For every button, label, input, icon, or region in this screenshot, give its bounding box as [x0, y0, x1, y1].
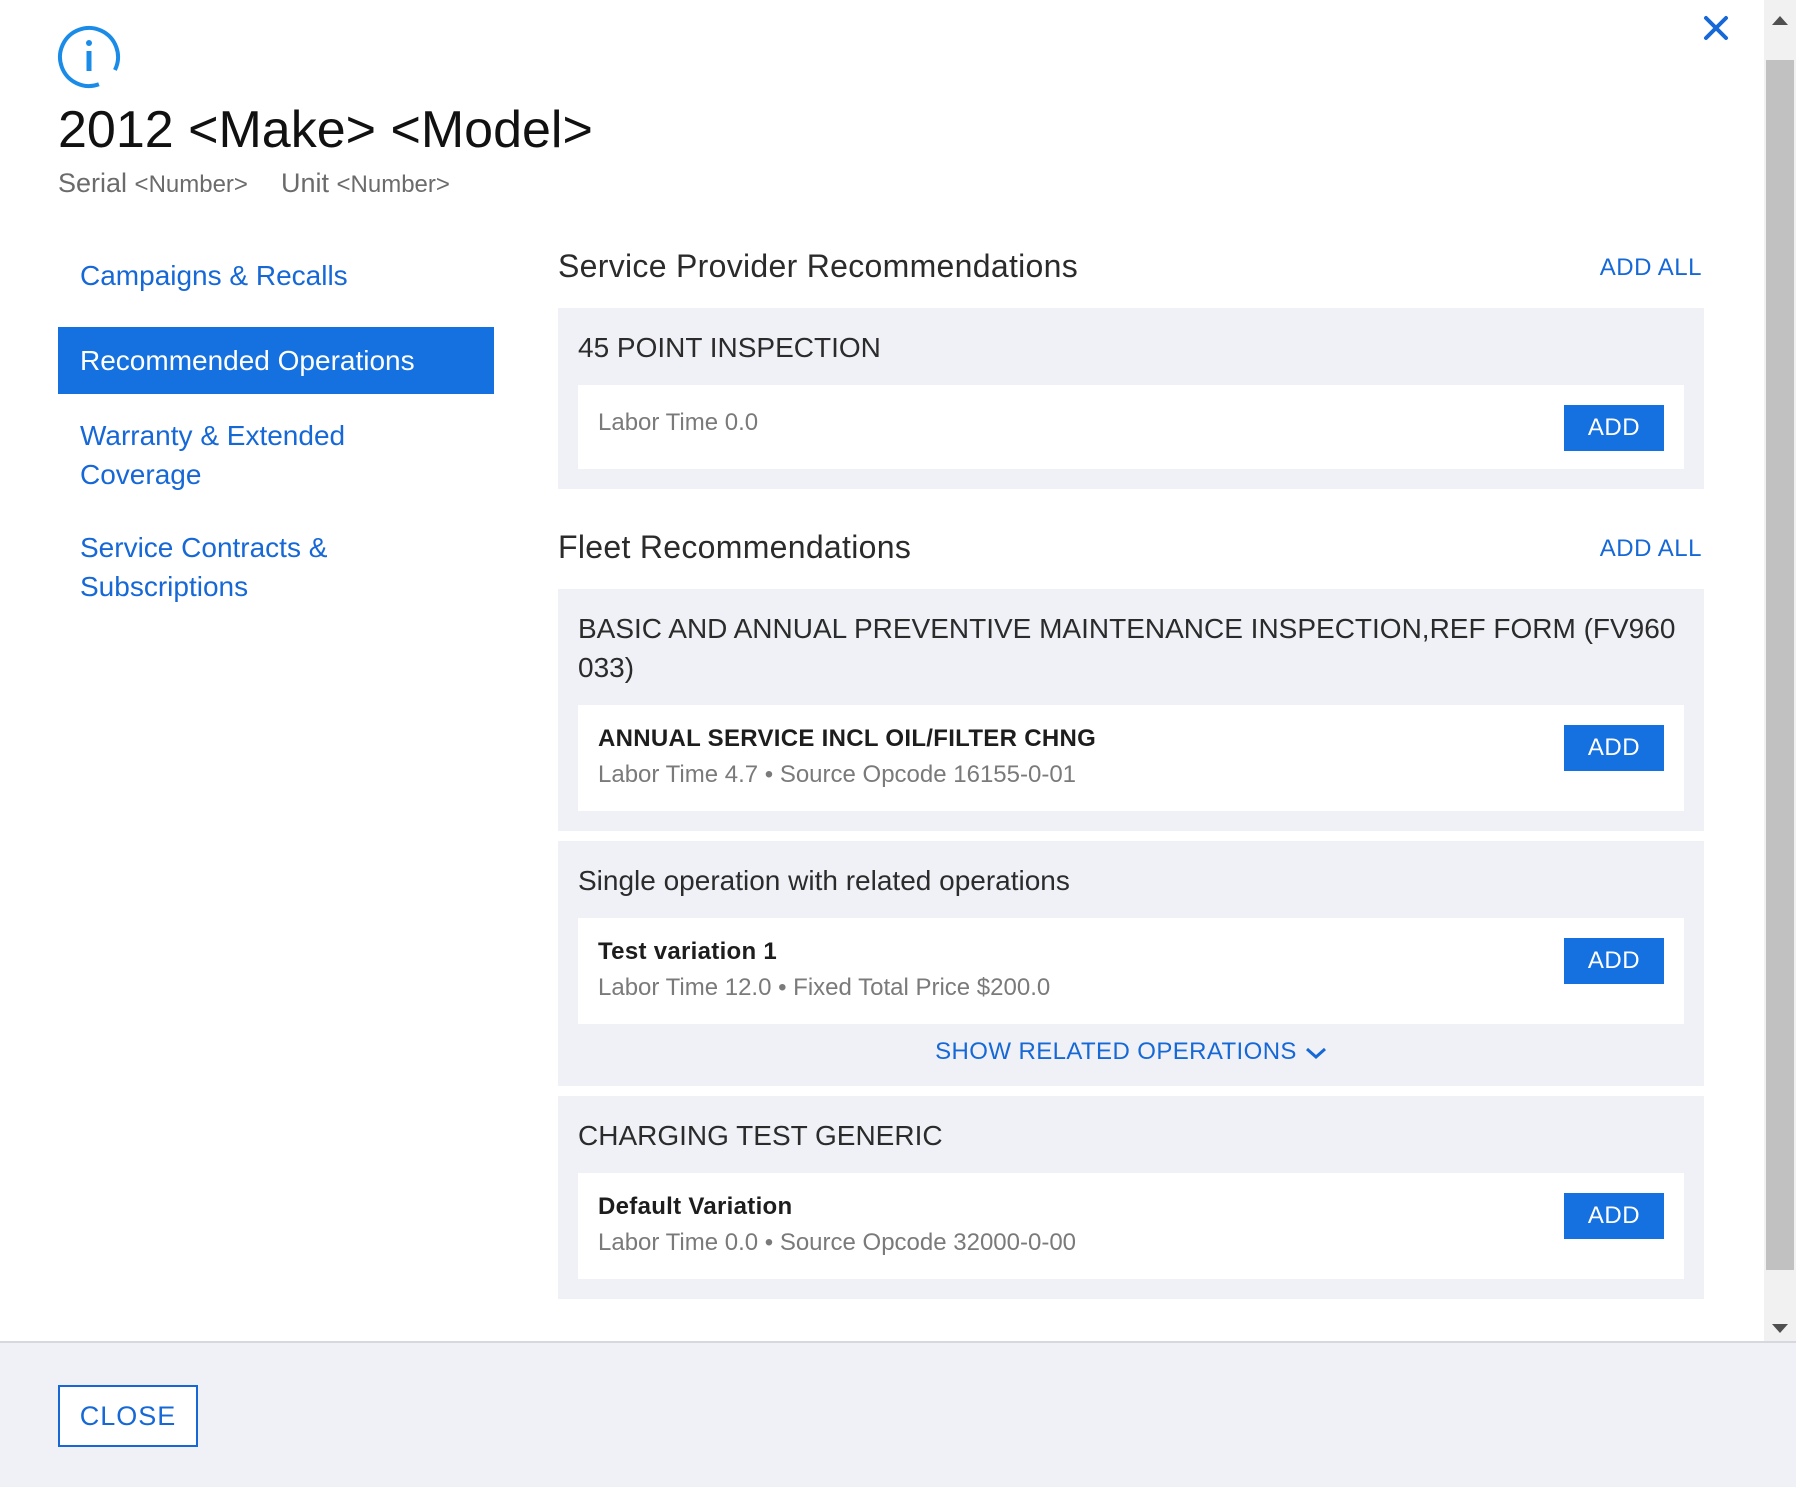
group-title: 45 POINT INSPECTION: [578, 332, 881, 363]
serial-value: <Number>: [134, 171, 248, 198]
dialog: 2012 <Make> <Model> Serial <Number> Unit…: [0, 0, 1764, 1341]
add-button[interactable]: ADD: [1564, 938, 1664, 984]
scroll-down-arrow-icon[interactable]: [1772, 1324, 1788, 1333]
unit-value: <Number>: [336, 171, 450, 198]
section-title: Fleet Recommendations: [558, 529, 912, 565]
dialog-footer: CLOSE: [0, 1341, 1796, 1487]
info-icon: [58, 26, 120, 88]
sidebar-nav: Campaigns & Recalls Recommended Operatio…: [58, 250, 518, 606]
operation-card: Default Variation Labor Time 0.0 • Sourc…: [578, 1173, 1684, 1279]
add-button[interactable]: ADD: [1564, 405, 1664, 451]
scroll-up-arrow-icon[interactable]: [1772, 16, 1788, 25]
group-title: BASIC AND ANNUAL PREVENTIVE MAINTENANCE …: [578, 613, 1676, 683]
service-provider-section: Service Provider Recommendations ADD ALL…: [558, 248, 1704, 489]
sidebar-item-campaigns-recalls[interactable]: Campaigns & Recalls: [58, 250, 518, 321]
operation-name: Default Variation: [598, 1193, 793, 1220]
sidebar-item-recommended-operations[interactable]: Recommended Operations: [58, 327, 494, 394]
chevron-down-icon: [1305, 1047, 1326, 1059]
show-related-operations-link[interactable]: SHOW RELATED OPERATIONS: [578, 1038, 1684, 1066]
vehicle-identifiers: Serial <Number> Unit <Number>: [58, 168, 450, 199]
serial-label: Serial: [58, 168, 128, 198]
operation-card: ANNUAL SERVICE INCL OIL/FILTER CHNG Labo…: [578, 705, 1684, 811]
operation-meta: Labor Time 4.7 • Source Opcode 16155-0-0…: [598, 761, 1077, 788]
close-icon[interactable]: [1700, 12, 1732, 44]
page-title: 2012 <Make> <Model>: [58, 101, 593, 159]
add-all-button[interactable]: ADD ALL: [1600, 254, 1702, 282]
group-title: CHARGING TEST GENERIC: [578, 1120, 943, 1151]
operation-card: Test variation 1 Labor Time 12.0 • Fixed…: [578, 918, 1684, 1024]
operation-group: CHARGING TEST GENERIC Default Variation …: [558, 1096, 1704, 1299]
sidebar-item-warranty-extended-coverage[interactable]: Warranty & Extended Coverage: [58, 416, 432, 494]
operation-meta: Labor Time 0.0 • Source Opcode 32000-0-0…: [598, 1229, 1077, 1256]
close-button[interactable]: CLOSE: [58, 1385, 198, 1447]
unit-label: Unit: [280, 168, 329, 198]
add-button[interactable]: ADD: [1564, 725, 1664, 771]
operation-name: ANNUAL SERVICE INCL OIL/FILTER CHNG: [598, 725, 1097, 752]
fleet-section: Fleet Recommendations ADD ALL BASIC AND …: [558, 529, 1704, 1299]
group-title: Single operation with related operations: [578, 865, 1070, 896]
section-title: Service Provider Recommendations: [558, 248, 1079, 284]
recommendations-content: Service Provider Recommendations ADD ALL…: [558, 248, 1704, 1299]
operation-group: Single operation with related operations…: [558, 841, 1704, 1086]
operation-name: Test variation 1: [598, 938, 778, 965]
sidebar-item-service-contracts-subscriptions[interactable]: Service Contracts & Subscriptions: [58, 528, 432, 606]
vertical-scrollbar[interactable]: [1764, 0, 1796, 1341]
operation-group: BASIC AND ANNUAL PREVENTIVE MAINTENANCE …: [558, 589, 1704, 831]
operation-meta: Labor Time 12.0 • Fixed Total Price $200…: [598, 974, 1051, 1001]
add-button[interactable]: ADD: [1564, 1193, 1664, 1239]
show-related-label: SHOW RELATED OPERATIONS: [935, 1038, 1297, 1065]
operation-group: 45 POINT INSPECTION Labor Time 0.0 ADD: [558, 308, 1704, 489]
operation-meta: Labor Time 0.0: [598, 409, 759, 436]
operation-card: Labor Time 0.0 ADD: [578, 385, 1684, 469]
add-all-button[interactable]: ADD ALL: [1600, 535, 1702, 563]
scroll-thumb[interactable]: [1766, 60, 1794, 1270]
